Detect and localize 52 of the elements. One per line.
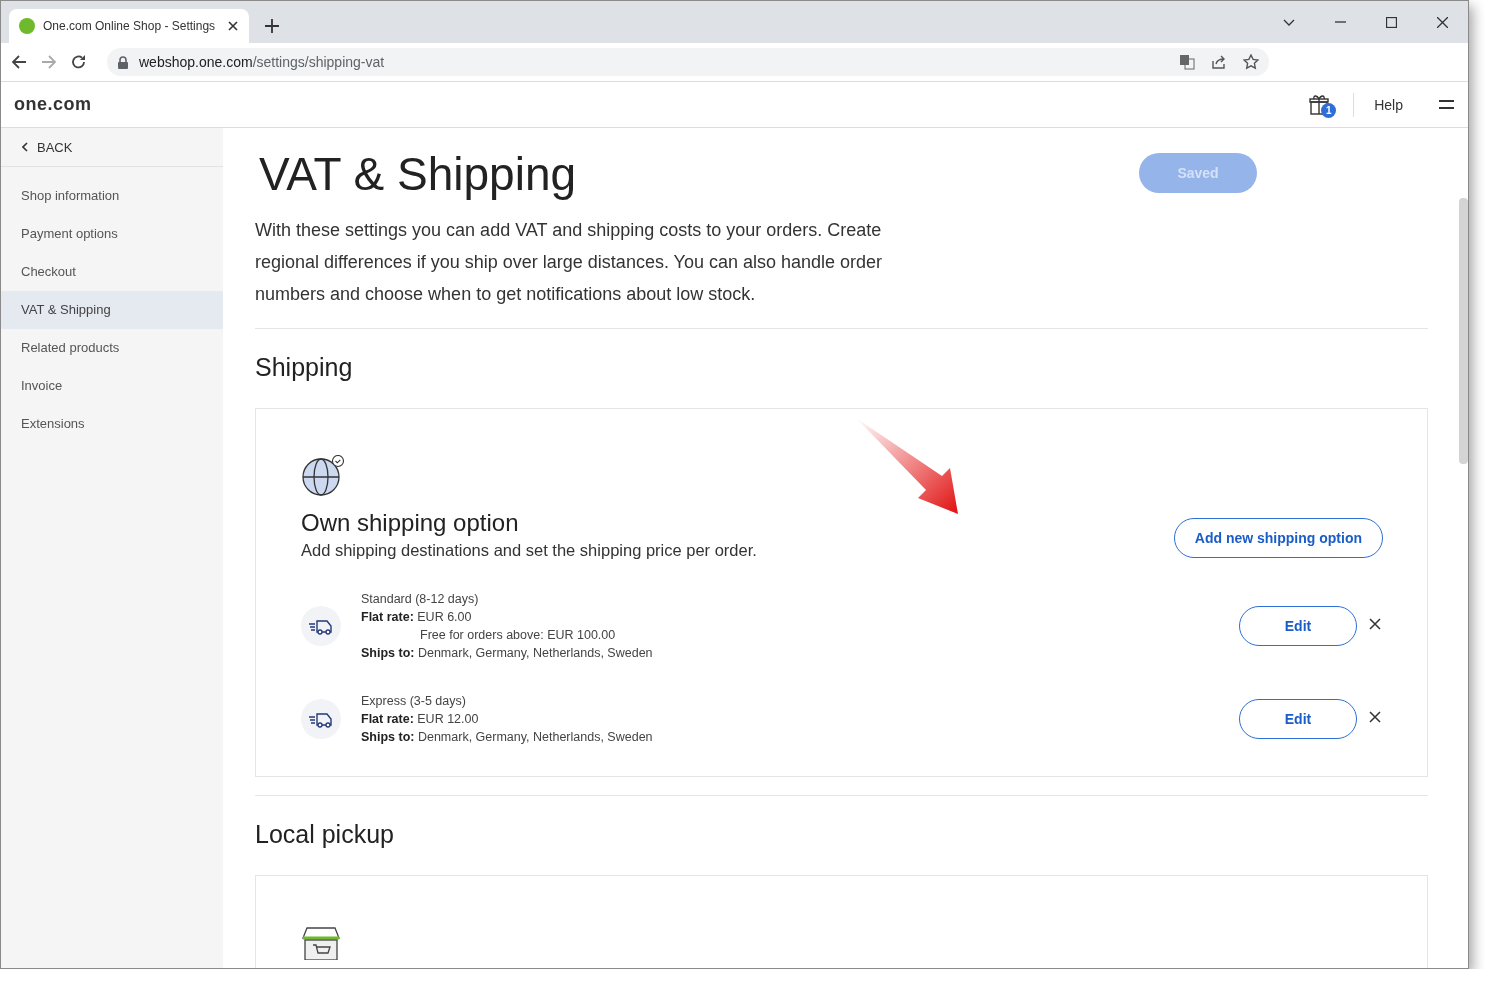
chevron-left-icon xyxy=(22,142,28,152)
help-link[interactable]: Help xyxy=(1374,96,1403,113)
section-heading: Local pickup xyxy=(255,820,395,849)
page-title: VAT & Shipping xyxy=(259,148,577,200)
sidebar-item[interactable]: Related products xyxy=(1,329,223,367)
card-text: Add shipping destinations and set the shipping price per order. xyxy=(301,541,757,560)
description-text: With these settings you can add VAT and shipping costs to your orders. Create regional differences if you ship over large distances. You can also handle order numbers and choose when to get notifications about low stock. xyxy=(255,219,884,306)
globe-icon xyxy=(301,455,345,497)
star-icon[interactable] xyxy=(1243,54,1259,70)
sidebar-item[interactable]: Shop information xyxy=(1,177,223,215)
free-shipping-note: Free for orders above: EUR 100.00 xyxy=(419,627,617,644)
sidebar-item[interactable]: Invoice xyxy=(1,367,223,405)
add-shipping-button[interactable]: Add new shipping option xyxy=(1173,518,1383,558)
tab-title: One.com Online Shop - Settings xyxy=(43,19,217,33)
chevron-down-icon[interactable] xyxy=(1283,18,1295,26)
flat-rate-text: Flat rate: EUR 6.00 xyxy=(361,609,473,626)
sidebar-item[interactable]: Extensions xyxy=(1,405,223,443)
gift-icon[interactable] xyxy=(1309,93,1330,115)
address-bar[interactable]: webshop.one.com/settings/shipping-vat xyxy=(107,48,1269,76)
sidebar-item[interactable]: Payment options xyxy=(1,215,223,253)
maximize-icon[interactable] xyxy=(1386,16,1397,28)
back-icon[interactable] xyxy=(11,54,27,70)
sidebar-item[interactable]: VAT & Shipping xyxy=(1,291,223,329)
close-icon[interactable] xyxy=(227,20,239,32)
option-name: Express (3-5 days) xyxy=(361,693,467,710)
ships-to-text: Ships to: Denmark, Germany, Netherlands, Sweden xyxy=(361,729,653,746)
edit-button[interactable]: Edit xyxy=(1239,606,1357,646)
option-name: Standard (8-12 days) xyxy=(361,591,480,608)
count-badge: 1 xyxy=(1321,102,1337,118)
store-icon xyxy=(301,926,341,960)
browser-tab[interactable]: One.com Online Shop - Settings xyxy=(9,9,249,43)
share-icon[interactable] xyxy=(1211,54,1227,70)
sidebar-item[interactable]: Checkout xyxy=(1,253,223,291)
section-heading: Shipping xyxy=(255,353,354,382)
close-icon[interactable] xyxy=(1369,711,1381,723)
url-text: webshop.one.com/settings/shipping-vat xyxy=(139,54,385,70)
scrollbar[interactable] xyxy=(1459,198,1468,464)
close-icon[interactable] xyxy=(1369,618,1381,630)
card-title: Own shipping option xyxy=(301,509,520,537)
lock-icon xyxy=(117,55,129,69)
close-icon[interactable] xyxy=(1437,16,1448,28)
back-link[interactable]: BACK xyxy=(1,128,223,167)
ships-to-text: Ships to: Denmark, Germany, Netherlands, Sweden xyxy=(361,645,653,662)
reload-icon[interactable] xyxy=(71,54,87,70)
flat-rate-text: Flat rate: EUR 12.00 xyxy=(361,711,480,728)
logo[interactable]: one.com xyxy=(14,94,92,115)
forward-icon xyxy=(41,54,57,70)
translate-icon[interactable] xyxy=(1179,54,1195,70)
favicon-icon xyxy=(19,18,35,34)
menu-icon[interactable] xyxy=(1439,100,1454,109)
edit-button[interactable]: Edit xyxy=(1239,699,1357,739)
new-tab-icon[interactable] xyxy=(265,19,279,33)
